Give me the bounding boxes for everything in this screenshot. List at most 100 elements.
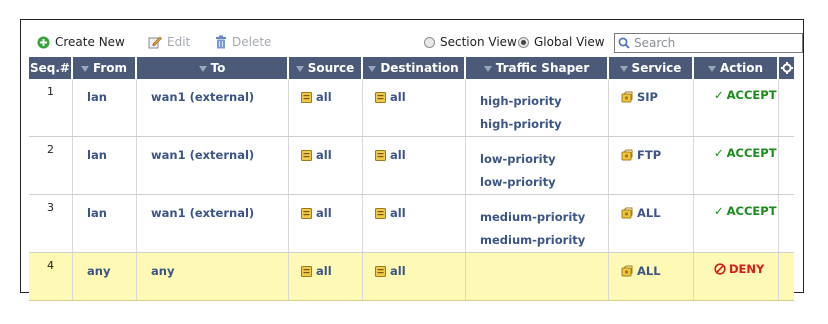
destination-address[interactable]: all — [375, 90, 406, 104]
gear-icon — [780, 62, 793, 74]
source-cell: all — [289, 195, 363, 252]
toolbar: Create New Edit Delete Section View Glob… — [37, 32, 803, 54]
column-label: Destination — [380, 61, 459, 75]
create-new-button[interactable]: Create New — [37, 35, 125, 49]
destination-address[interactable]: all — [375, 264, 406, 278]
reverse-shaper[interactable]: low-priority — [480, 171, 556, 194]
source-address[interactable]: all — [301, 90, 332, 104]
policy-panel: Create New Edit Delete Section View Glob… — [20, 19, 804, 301]
column-label: Source — [307, 61, 355, 75]
service-cell: FTP — [609, 137, 694, 194]
column-header-traffic-shaper[interactable]: Traffic Shaper — [466, 57, 609, 79]
service-tag[interactable]: FTP — [621, 148, 661, 162]
search-input[interactable] — [630, 36, 794, 50]
row-end-cell — [779, 79, 794, 136]
checkmark-icon: ✓ — [714, 146, 724, 160]
column-header-seq[interactable]: Seq.# — [29, 57, 73, 79]
action-accept[interactable]: ✓ ACCEPT — [714, 146, 777, 160]
row-end-cell — [779, 137, 794, 194]
edit-icon — [148, 35, 162, 49]
delete-label: Delete — [232, 35, 272, 49]
from-cell: lan — [73, 195, 137, 252]
filter-icon[interactable] — [619, 65, 628, 72]
reverse-shaper[interactable]: high-priority — [480, 113, 562, 136]
source-address[interactable]: all — [301, 206, 332, 220]
from-cell: lan — [73, 79, 137, 136]
reverse-shaper[interactable]: medium-priority — [480, 229, 585, 252]
destination-value: all — [390, 90, 406, 104]
source-value: all — [316, 148, 332, 162]
search-box[interactable] — [614, 33, 803, 53]
column-settings-button[interactable] — [779, 57, 794, 79]
checkmark-icon: ✓ — [714, 88, 724, 102]
to-value[interactable]: wan1 (external) — [151, 90, 254, 104]
filter-icon[interactable] — [483, 65, 492, 72]
seq-number: 3 — [29, 195, 73, 252]
to-value[interactable]: any — [151, 264, 174, 278]
section-view-radio[interactable] — [424, 36, 435, 48]
seq-number: 4 — [29, 253, 73, 300]
column-header-action[interactable]: Action — [694, 57, 779, 79]
column-label: Traffic Shaper — [495, 61, 590, 75]
service-value: SIP — [637, 90, 658, 104]
forward-shaper[interactable]: high-priority — [480, 90, 562, 113]
filter-icon[interactable] — [295, 65, 304, 72]
service-tag[interactable]: ALL — [621, 264, 661, 278]
filter-icon[interactable] — [368, 65, 377, 72]
destination-cell: all — [363, 79, 466, 136]
forward-shaper[interactable]: low-priority — [480, 148, 556, 171]
source-address[interactable]: all — [301, 148, 332, 162]
global-view-radio[interactable] — [518, 36, 529, 48]
action-accept[interactable]: ✓ ACCEPT — [714, 88, 777, 102]
forward-shaper[interactable]: medium-priority — [480, 206, 585, 229]
address-icon — [301, 207, 312, 219]
destination-value: all — [390, 148, 406, 162]
source-address[interactable]: all — [301, 264, 332, 278]
filter-icon[interactable] — [707, 65, 716, 72]
service-value: FTP — [637, 148, 662, 162]
address-icon — [301, 265, 312, 277]
action-accept[interactable]: ✓ ACCEPT — [714, 204, 777, 218]
filter-icon[interactable] — [198, 65, 207, 72]
service-cell: ALL — [609, 253, 694, 300]
column-header-to[interactable]: To — [137, 57, 289, 79]
from-value[interactable]: lan — [87, 148, 107, 162]
column-header-from[interactable]: From — [73, 57, 137, 79]
column-header-service[interactable]: Service — [609, 57, 694, 79]
column-header-destination[interactable]: Destination — [363, 57, 466, 79]
column-header-source[interactable]: Source — [289, 57, 363, 79]
delete-button[interactable]: Delete — [215, 35, 271, 49]
traffic-shaper-cell: high-priority high-priority — [466, 79, 609, 136]
from-value[interactable]: lan — [87, 90, 107, 104]
destination-address[interactable]: all — [375, 206, 406, 220]
service-tag[interactable]: ALL — [621, 206, 661, 220]
from-value[interactable]: any — [87, 264, 110, 278]
service-value: ALL — [637, 264, 661, 278]
service-tag[interactable]: SIP — [621, 90, 658, 104]
deny-icon — [714, 263, 726, 275]
column-label: Seq.# — [30, 61, 70, 75]
destination-value: all — [390, 264, 406, 278]
table-header: Seq.# From To Source Destination Traffic… — [29, 57, 794, 79]
to-cell: wan1 (external) — [137, 137, 289, 194]
destination-address[interactable]: all — [375, 148, 406, 162]
to-value[interactable]: wan1 (external) — [151, 148, 254, 162]
edit-button[interactable]: Edit — [148, 35, 190, 49]
source-value: all — [316, 264, 332, 278]
action-value: ACCEPT — [726, 146, 777, 160]
column-label: Service — [631, 61, 682, 75]
to-value[interactable]: wan1 (external) — [151, 206, 254, 220]
table-row[interactable]: 1 lan wan1 (external) all all high-prior… — [29, 79, 794, 137]
global-view-option[interactable]: Global View — [518, 35, 605, 49]
address-icon — [301, 149, 312, 161]
action-deny[interactable]: DENY — [714, 262, 764, 276]
table-row[interactable]: 3 lan wan1 (external) all all medium-pri… — [29, 195, 794, 253]
filter-icon[interactable] — [80, 65, 89, 72]
edit-label: Edit — [167, 35, 191, 49]
column-label: From — [92, 61, 128, 75]
from-value[interactable]: lan — [87, 206, 107, 220]
section-view-option[interactable]: Section View — [424, 35, 517, 49]
table-row[interactable]: 4 any any all all ALL DENY — [29, 253, 794, 301]
action-value: ACCEPT — [726, 204, 777, 218]
table-row[interactable]: 2 lan wan1 (external) all all low-priori… — [29, 137, 794, 195]
